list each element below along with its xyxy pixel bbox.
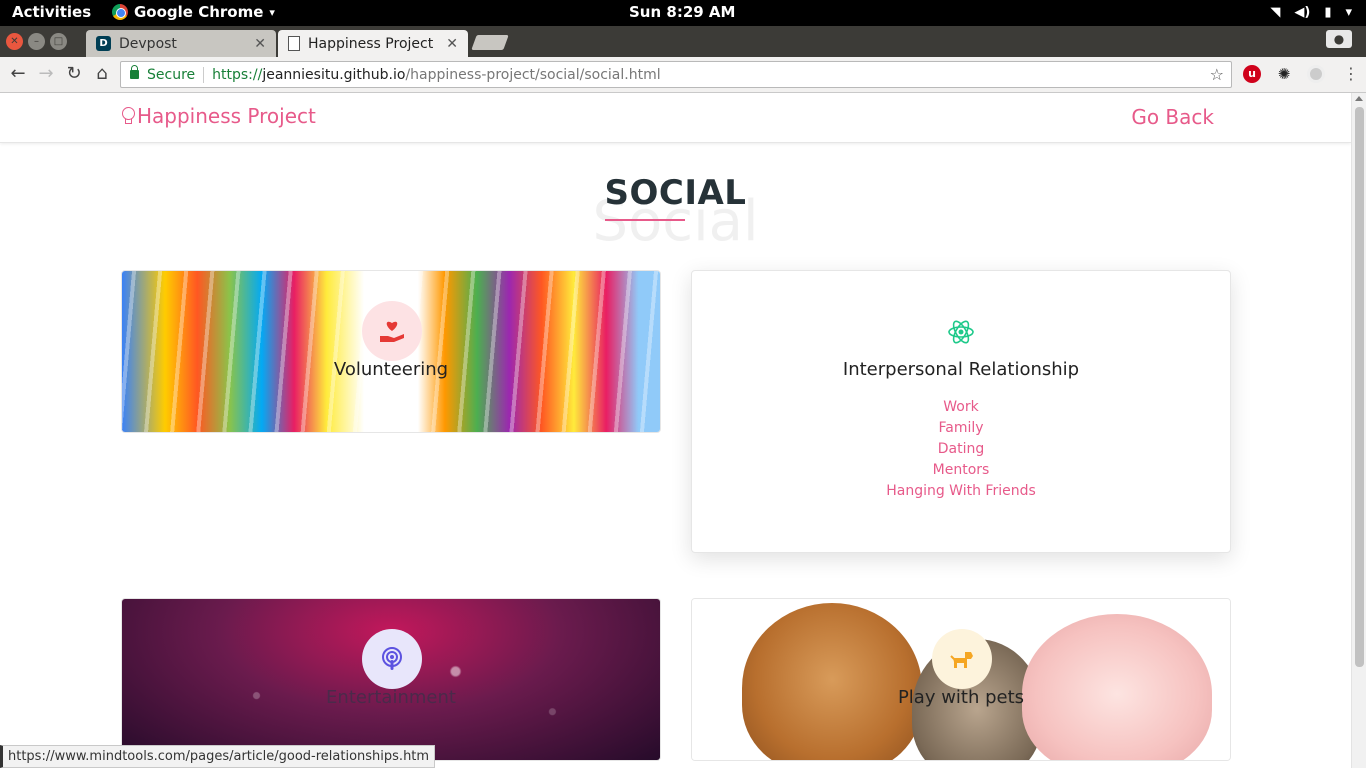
lightbulb-icon	[121, 106, 135, 126]
atom-icon	[948, 320, 974, 344]
browser-toolbar: ← → ↻ ⌂ Secure https:// jeanniesitu.gith…	[0, 57, 1366, 93]
system-top-bar: Activities Google Chrome ▾ Sun 8:29 AM ◥…	[0, 0, 1366, 26]
tab-strip: ✕ – □ D Devpost ✕ Happiness Project ✕ ●	[0, 26, 1366, 57]
divider	[203, 66, 205, 83]
card-title: Entertainment	[326, 687, 456, 708]
page-viewport: Happiness Project Go Back Social SOCIAL …	[0, 93, 1351, 768]
tab-close-icon[interactable]: ✕	[446, 36, 458, 52]
title-underline	[605, 219, 685, 221]
tab-title: Happiness Project	[308, 35, 434, 52]
battery-icon: ▮	[1324, 5, 1332, 20]
window-maximize-button[interactable]: □	[50, 33, 67, 50]
relationship-links: Work Family Dating Mentors Hanging With …	[692, 397, 1230, 502]
scrollbar-thumb[interactable]	[1355, 107, 1364, 667]
window-close-button[interactable]: ✕	[6, 33, 23, 50]
extension-icon[interactable]: ✺	[1275, 65, 1293, 83]
page-favicon-icon	[288, 36, 300, 51]
system-tray[interactable]: ◥ ◀) ▮ ▾	[1270, 5, 1352, 20]
window-controls: ✕ – □	[6, 33, 67, 50]
link-mentors[interactable]: Mentors	[692, 460, 1230, 481]
page-scrollbar[interactable]	[1351, 93, 1366, 768]
heart-hand-icon	[362, 301, 422, 361]
brand-name: Happiness Project	[137, 104, 316, 128]
extension-circle-icon[interactable]	[1307, 65, 1325, 83]
chevron-down-icon: ▾	[1345, 5, 1352, 20]
section-heading: Social SOCIAL	[0, 171, 1351, 254]
ublock-extension-icon[interactable]: u	[1243, 65, 1261, 83]
lock-icon	[130, 65, 139, 79]
dog-icon	[932, 629, 992, 689]
chrome-icon	[112, 4, 128, 20]
puppy-illustration	[742, 603, 922, 760]
url-protocol: https://	[212, 66, 263, 83]
volunteering-card[interactable]: Volunteering	[121, 270, 661, 433]
page-title: SOCIAL	[604, 173, 747, 213]
reload-icon[interactable]: ↻	[64, 64, 84, 84]
chevron-down-icon: ▾	[269, 5, 275, 19]
volume-icon: ◀)	[1294, 5, 1311, 20]
scroll-up-icon[interactable]	[1355, 96, 1363, 101]
forward-arrow-icon[interactable]: →	[36, 64, 56, 84]
new-tab-button[interactable]	[471, 35, 509, 50]
devpost-favicon-icon: D	[96, 36, 111, 51]
back-arrow-icon[interactable]: ←	[8, 64, 28, 84]
address-bar[interactable]: Secure https:// jeanniesitu.github.io /h…	[120, 61, 1232, 88]
menu-kebab-icon[interactable]: ⋮	[1343, 64, 1359, 83]
bookmark-star-icon[interactable]: ☆	[1210, 65, 1224, 84]
activities-button[interactable]: Activities	[12, 3, 91, 21]
card-title: Interpersonal Relationship	[842, 359, 1080, 380]
tab-happiness-project[interactable]: Happiness Project ✕	[278, 30, 468, 57]
link-family[interactable]: Family	[692, 418, 1230, 439]
card-title: Volunteering	[333, 359, 449, 380]
app-menu[interactable]: Google Chrome ▾	[112, 3, 275, 21]
site-header: Happiness Project Go Back	[0, 93, 1351, 143]
profile-icon[interactable]: ●	[1326, 30, 1352, 48]
play-with-pets-card[interactable]: Play with pets	[691, 598, 1231, 761]
tab-devpost[interactable]: D Devpost ✕	[86, 30, 276, 57]
go-back-link[interactable]: Go Back	[1131, 105, 1214, 129]
secure-label: Secure	[147, 66, 196, 83]
entertainment-card[interactable]: Entertainment	[121, 598, 661, 761]
podcast-icon	[362, 629, 422, 689]
tab-close-icon[interactable]: ✕	[254, 36, 266, 52]
tab-title: Devpost	[119, 35, 177, 52]
link-work[interactable]: Work	[692, 397, 1230, 418]
brand-link[interactable]: Happiness Project	[121, 104, 316, 128]
home-icon[interactable]: ⌂	[92, 64, 112, 84]
url-host: jeanniesitu.github.io	[262, 66, 406, 83]
url-path: /happiness-project/social/social.html	[405, 66, 661, 83]
link-hanging-with-friends[interactable]: Hanging With Friends	[692, 481, 1230, 502]
card-title: Play with pets	[897, 687, 1025, 708]
clock[interactable]: Sun 8:29 AM	[629, 3, 735, 21]
app-menu-label: Google Chrome	[134, 3, 264, 21]
window-minimize-button[interactable]: –	[28, 33, 45, 50]
link-dating[interactable]: Dating	[692, 439, 1230, 460]
interpersonal-relationship-card: Interpersonal Relationship Work Family D…	[691, 270, 1231, 553]
wifi-icon: ◥	[1270, 5, 1281, 20]
status-bar-url: https://www.mindtools.com/pages/article/…	[0, 745, 436, 768]
